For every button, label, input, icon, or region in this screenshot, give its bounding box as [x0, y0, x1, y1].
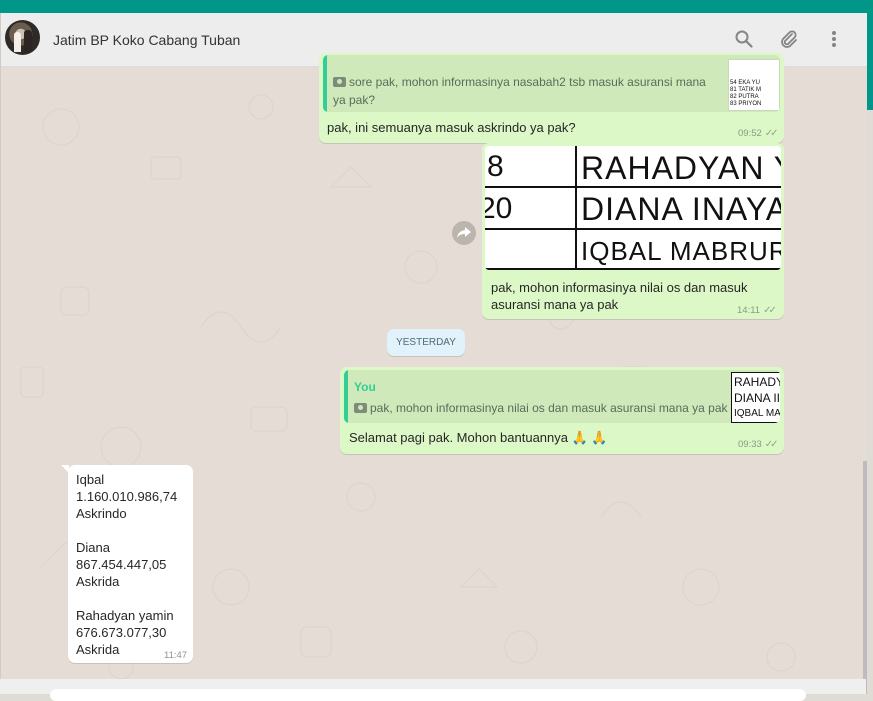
- double-check-icon: ✓✓: [764, 128, 779, 139]
- message-line: Askrindo: [76, 506, 127, 521]
- paperclip-icon[interactable]: [778, 28, 800, 50]
- quoted-message[interactable]: sore pak, mohon informasinya nasabah2 ts…: [323, 55, 780, 112]
- chat-title[interactable]: Jatim BP Koko Cabang Tuban: [53, 32, 240, 48]
- app-side-strip: [866, 13, 873, 110]
- message-line: Askrida: [76, 642, 120, 657]
- quoted-text: sore pak, mohon informasinya nasabah2 ts…: [333, 75, 706, 107]
- thumb-row: RAHADY: [734, 375, 780, 389]
- image-cell-name: DIANA INAYAT: [581, 191, 781, 227]
- message-line: 676.673.077,30: [76, 625, 167, 640]
- quoted-author: You: [354, 380, 376, 394]
- forward-icon[interactable]: [452, 221, 476, 245]
- message-line: 1.160.010.986,74: [76, 489, 178, 504]
- message-image[interactable]: 8 RAHADYAN Y 20 DIANA INAYAT IQBAL MABRU…: [485, 146, 781, 270]
- image-cell-number: 20: [485, 192, 513, 225]
- message-line: Askrida: [76, 574, 120, 589]
- date-divider: YESTERDAY: [387, 329, 465, 356]
- chat-panel: Jatim BP Koko Cabang Tuban sore pak, moh…: [0, 13, 867, 694]
- thumb-row: IQBAL MA: [734, 408, 780, 419]
- table-line: [485, 268, 781, 270]
- quoted-text: pak, mohon informasinya nilai os dan mas…: [354, 399, 728, 417]
- message-line: Iqbal: [76, 472, 105, 487]
- thumb-row: 81 TATIK M: [730, 87, 762, 93]
- camera-icon: [333, 77, 346, 87]
- message-bubble-incoming[interactable]: Iqbal 1.160.010.986,74 Askrindo Diana 86…: [61, 465, 193, 663]
- message-bubble-outgoing[interactable]: You pak, mohon informasinya nilai os dan…: [340, 367, 784, 454]
- message-time: 09:33 ✓✓: [738, 439, 779, 450]
- quote-bar: [344, 370, 348, 423]
- quote-bar: [323, 55, 327, 112]
- group-avatar[interactable]: [5, 20, 40, 55]
- thumb-row: 82 PUTRA: [730, 94, 759, 100]
- message-time: 14:11 ✓✓: [737, 305, 777, 316]
- message-line: Diana: [76, 540, 110, 555]
- camera-icon: [354, 403, 367, 413]
- chat-scrollbar[interactable]: [863, 461, 867, 694]
- message-time: 09:52 ✓✓: [738, 128, 779, 139]
- message-line: Rahadyan yamin: [76, 608, 174, 623]
- quoted-image-thumbnail: RAHADY DIANA II IQBAL MA: [731, 372, 780, 423]
- message-input[interactable]: [50, 689, 806, 701]
- message-text: pak, ini semuanya masuk askrindo ya pak?: [327, 120, 576, 135]
- image-cell-number: 8: [487, 150, 504, 183]
- menu-icon[interactable]: [823, 28, 845, 50]
- quoted-image-thumbnail: 54 EKA YU 81 TATIK M 82 PUTRA 83 PRIYON: [728, 59, 780, 111]
- search-icon[interactable]: [733, 28, 755, 50]
- image-cell-name: IQBAL MABRURI: [581, 236, 781, 266]
- bubble-tail: [61, 465, 69, 473]
- thumb-row: DIANA II: [734, 391, 780, 405]
- message-text: Selamat pagi pak. Mohon bantuannya 🙏 🙏: [349, 430, 608, 445]
- message-bubble-outgoing[interactable]: sore pak, mohon informasinya nasabah2 ts…: [319, 53, 784, 143]
- image-cell-name: RAHADYAN Y: [581, 150, 781, 186]
- message-line: 867.454.447,05: [76, 557, 167, 572]
- thumb-row: 83 PRIYON: [730, 101, 762, 107]
- message-time: 11:47: [164, 650, 188, 661]
- quoted-message[interactable]: You pak, mohon informasinya nilai os dan…: [344, 370, 780, 423]
- double-check-icon: ✓✓: [763, 305, 777, 316]
- table-line: [485, 228, 781, 230]
- app-top-bar: [0, 0, 873, 13]
- table-line: [575, 146, 577, 270]
- thumb-row: 54 EKA YU: [730, 80, 760, 86]
- image-caption: pak, mohon informasinya nilai os dan mas…: [491, 280, 748, 312]
- double-check-icon: ✓✓: [764, 439, 779, 450]
